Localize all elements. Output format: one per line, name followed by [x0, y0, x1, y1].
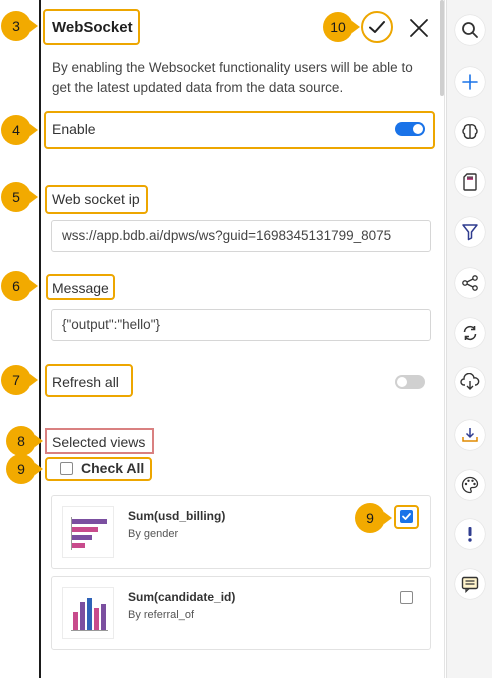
ai-button[interactable]: [455, 117, 485, 147]
brain-icon: [462, 124, 478, 139]
callout-badge: 7: [1, 365, 38, 395]
check-all-label[interactable]: Check All: [81, 460, 144, 476]
view-subtitle: By referral_of: [128, 609, 195, 621]
filter-icon: [462, 224, 478, 241]
refresh-button[interactable]: [455, 318, 485, 348]
callout-badge: 4: [1, 115, 38, 145]
comment-icon: [461, 576, 479, 593]
view-checkbox[interactable]: [400, 510, 413, 523]
column-chart-thumbnail: [62, 587, 114, 639]
websocket-ip-label: Web socket ip: [52, 191, 140, 207]
check-all-checkbox[interactable]: [60, 462, 73, 475]
filter-button[interactable]: [455, 217, 485, 247]
callout-badge: 5: [1, 182, 38, 212]
search-icon: [462, 22, 478, 38]
view-title: Sum(usd_billing): [128, 509, 226, 523]
enable-label: Enable: [52, 121, 96, 137]
cloud-download-button[interactable]: [455, 367, 485, 397]
theme-button[interactable]: [455, 470, 485, 500]
view-title: Sum(candidate_id): [128, 590, 236, 604]
close-button[interactable]: [408, 17, 430, 39]
search-button[interactable]: [455, 15, 485, 45]
sd-card-icon: [463, 173, 477, 191]
callout-badge: 9: [355, 503, 392, 533]
refresh-all-label: Refresh all: [52, 374, 119, 390]
check-icon: [369, 21, 385, 33]
view-checkbox[interactable]: [400, 591, 413, 604]
callout-badge: 10: [323, 12, 360, 42]
comments-button[interactable]: [455, 569, 485, 599]
exclamation-icon: [468, 527, 472, 542]
info-button[interactable]: [455, 519, 485, 549]
callout-badge: 8: [6, 426, 43, 456]
callout-badge: 3: [1, 11, 38, 41]
close-icon: [410, 19, 428, 37]
message-input[interactable]: {"output":"hello"}: [51, 309, 431, 341]
websocket-ip-input[interactable]: wss://app.bdb.ai/dpws/ws?guid=1698345131…: [51, 220, 431, 252]
selected-views-label: Selected views: [52, 434, 146, 450]
add-button[interactable]: [455, 67, 485, 97]
panel-description: By enabling the Websocket functionality …: [52, 60, 413, 95]
palette-icon: [461, 476, 479, 494]
download-button[interactable]: [455, 420, 485, 450]
panel-title: WebSocket: [52, 19, 133, 36]
refresh-all-toggle[interactable]: [395, 375, 425, 389]
callout-badge: 6: [1, 271, 38, 301]
share-icon: [462, 275, 478, 291]
message-label: Message: [52, 280, 109, 296]
share-button[interactable]: [455, 268, 485, 298]
plus-icon: [462, 74, 478, 90]
callout-badge: 9: [6, 454, 43, 484]
download-icon: [462, 428, 478, 442]
apply-button[interactable]: [361, 11, 393, 43]
bar-chart-thumbnail: [62, 506, 114, 558]
enable-toggle[interactable]: [395, 122, 425, 136]
right-toolbar: [446, 0, 492, 678]
cloud-download-icon: [460, 373, 480, 390]
enable-row: [44, 111, 435, 149]
storage-button[interactable]: [455, 167, 485, 197]
panel-scrollbar[interactable]: [440, 0, 444, 96]
view-card[interactable]: Sum(candidate_id) By referral_of: [51, 576, 431, 650]
checkmark-icon: [402, 513, 411, 520]
view-subtitle: By gender: [128, 528, 179, 540]
refresh-icon: [463, 325, 477, 341]
